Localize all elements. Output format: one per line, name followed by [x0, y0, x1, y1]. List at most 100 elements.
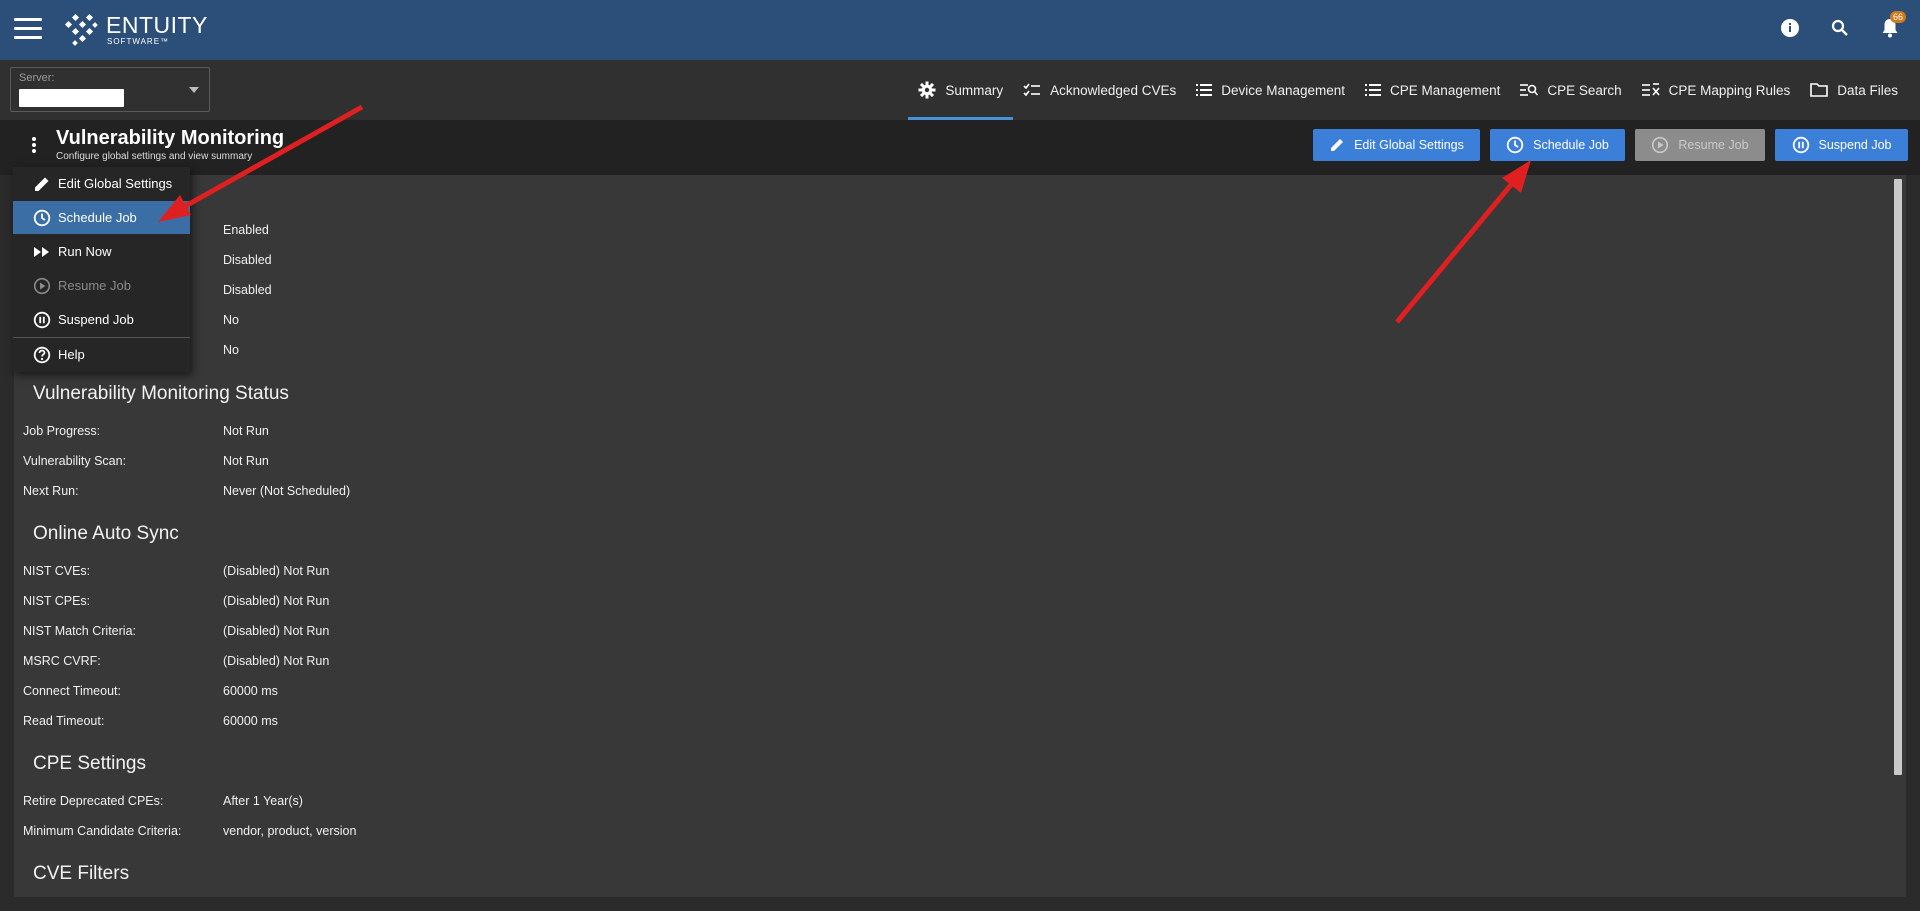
brand-subtitle: SOFTWARE™ [107, 37, 170, 46]
cpe-value: After 1 Year(s) [223, 794, 303, 808]
sync-value: (Disabled) Not Run [223, 564, 330, 578]
main-tabs: Summary Acknowledged CVEs Device Managem… [908, 60, 1908, 120]
list-icon [1196, 84, 1213, 96]
suspend-job-button[interactable]: Suspend Job [1775, 129, 1908, 161]
menu-item-label: Run Now [58, 244, 112, 259]
sync-value: (Disabled) Not Run [223, 594, 330, 608]
server-value [19, 89, 124, 107]
tab-label: Acknowledged CVEs [1050, 82, 1177, 98]
sync-label: MSRC CVRF: [23, 654, 101, 668]
menu-item-help[interactable]: Help [13, 338, 190, 371]
tab-label: Summary [945, 82, 1004, 98]
search-icon[interactable] [1826, 14, 1854, 42]
button-label: Resume Job [1678, 138, 1749, 152]
button-label: Schedule Job [1533, 138, 1609, 152]
status-label: Job Progress: [23, 424, 101, 438]
hamburger-menu-icon[interactable] [14, 18, 42, 40]
entuity-logo[interactable]: ENTUITY SOFTWARE™ [62, 12, 208, 48]
play-circle-icon [1652, 136, 1669, 154]
fast-forward-icon [34, 246, 49, 257]
tab-label: CPE Management [1390, 82, 1501, 98]
tab-label: Device Management [1221, 82, 1346, 98]
setting-value: No [223, 313, 239, 327]
status-section-title: Vulnerability Monitoring Status [33, 383, 289, 404]
folder-icon [1810, 83, 1829, 97]
cve-filters-section-title: CVE Filters [33, 863, 130, 884]
menu-item-resume-job[interactable]: Resume Job [13, 269, 190, 302]
search-list-icon [1520, 84, 1539, 96]
menu-item-label: Suspend Job [58, 312, 134, 327]
server-label: Server: [19, 72, 55, 84]
tab-acknowledged-cves[interactable]: Acknowledged CVEs [1013, 60, 1186, 120]
edit-global-settings-button[interactable]: Edit Global Settings [1313, 129, 1480, 161]
status-label: Vulnerability Scan: [23, 454, 127, 468]
pause-circle-icon [33, 311, 51, 328]
sync-label: NIST CVEs: [23, 564, 91, 578]
status-value: Not Run [223, 424, 269, 438]
cpe-label: Minimum Candidate Criteria: [23, 824, 182, 838]
tab-label: CPE Search [1547, 82, 1622, 98]
actions-menu: Edit Global Settings Schedule Job Run No… [13, 167, 190, 372]
sync-label: Read Timeout: [23, 714, 105, 728]
top-header: ENTUITY SOFTWARE™ 66 [0, 0, 1920, 60]
pause-circle-icon [1792, 136, 1809, 154]
pencil-icon [35, 177, 49, 191]
clock-icon [33, 209, 51, 226]
tab-data-files[interactable]: Data Files [1800, 60, 1908, 120]
summary-content: Enabled Disabled Disabled No No Vulnerab… [14, 175, 1906, 897]
play-circle-icon [33, 277, 51, 294]
menu-item-schedule-job[interactable]: Schedule Job [13, 201, 190, 234]
sync-label: NIST Match Criteria: [23, 624, 136, 638]
status-value: Never (Not Scheduled) [223, 484, 351, 498]
status-value: Not Run [223, 454, 269, 468]
gear-icon [918, 81, 936, 99]
sync-value: 60000 ms [223, 714, 278, 728]
button-label: Suspend Job [1818, 138, 1892, 152]
setting-value: Enabled [223, 223, 269, 237]
button-label: Edit Global Settings [1354, 138, 1464, 152]
cpe-value: vendor, product, version [223, 824, 357, 838]
pencil-icon [1331, 139, 1344, 151]
chevron-down-icon [189, 87, 199, 93]
sync-section-title: Online Auto Sync [33, 523, 179, 544]
cpe-label: Retire Deprecated CPEs: [23, 794, 164, 808]
notification-badge: 66 [1889, 11, 1906, 23]
tab-cpe-management[interactable]: CPE Management [1355, 60, 1510, 120]
tab-cpe-mapping-rules[interactable]: CPE Mapping Rules [1632, 60, 1801, 120]
sync-value: (Disabled) Not Run [223, 654, 330, 668]
resume-job-button[interactable]: Resume Job [1635, 129, 1765, 161]
help-icon [33, 346, 51, 363]
info-icon[interactable] [1776, 14, 1804, 42]
page-header [0, 120, 1920, 175]
menu-item-suspend-job[interactable]: Suspend Job [13, 303, 190, 336]
list-icon [1365, 84, 1382, 96]
menu-item-label: Schedule Job [58, 210, 137, 225]
setting-value: Disabled [223, 283, 272, 297]
tab-device-management[interactable]: Device Management [1186, 60, 1355, 120]
sync-label: NIST CPEs: [23, 594, 91, 608]
mapping-list-icon [1641, 83, 1660, 96]
server-select[interactable]: Server: [10, 67, 210, 112]
tab-cpe-search[interactable]: CPE Search [1510, 60, 1631, 120]
tab-label: CPE Mapping Rules [1668, 82, 1791, 98]
page-title: Vulnerability Monitoring [56, 127, 285, 149]
checklist-icon [1023, 83, 1041, 97]
page-subtitle: Configure global settings and view summa… [56, 151, 253, 162]
scrollbar[interactable] [1894, 179, 1902, 775]
setting-value: No [223, 343, 239, 357]
menu-item-run-now[interactable]: Run Now [13, 235, 190, 268]
sync-label: Connect Timeout: [23, 684, 121, 698]
status-label: Next Run: [23, 484, 79, 498]
menu-item-label: Resume Job [58, 278, 131, 293]
schedule-job-button[interactable]: Schedule Job [1490, 129, 1625, 161]
entuity-logo-mark [62, 12, 100, 48]
more-vert-icon[interactable] [30, 137, 38, 155]
tab-summary[interactable]: Summary [908, 60, 1013, 120]
sync-value: (Disabled) Not Run [223, 624, 330, 638]
menu-item-label: Help [58, 347, 85, 362]
sync-value: 60000 ms [223, 684, 278, 698]
menu-item-edit-global-settings[interactable]: Edit Global Settings [13, 167, 190, 200]
clock-icon [1506, 136, 1524, 154]
bell-icon[interactable]: 66 [1876, 11, 1906, 42]
cpe-section-title: CPE Settings [33, 753, 146, 774]
